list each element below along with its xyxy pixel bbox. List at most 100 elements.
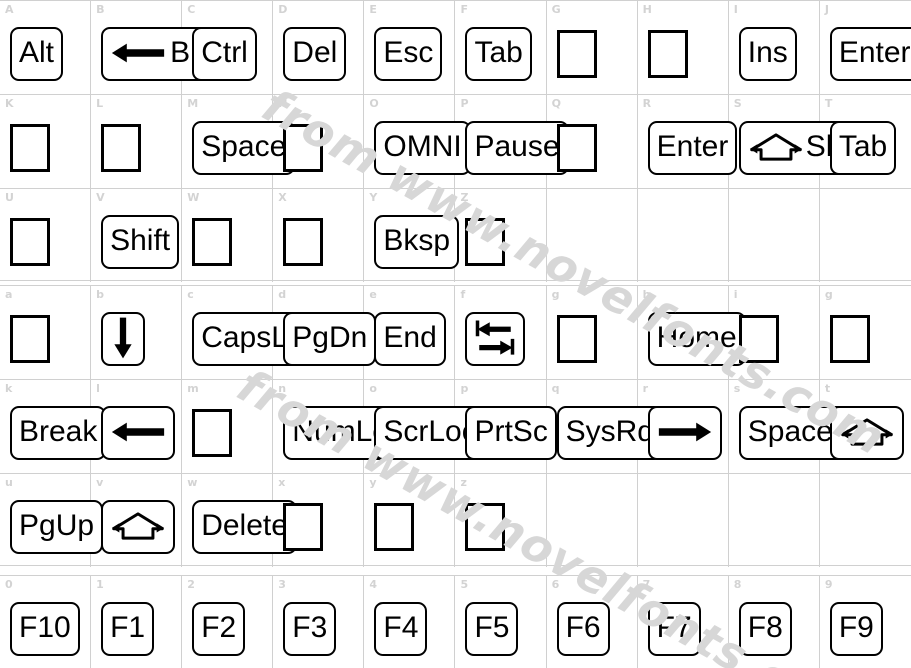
grid-row: AAltBBkspCCtrlDDelEEscFTabGHIInsJEnter: [0, 1, 911, 95]
cell-label: V: [96, 191, 105, 204]
grid-cell: y: [364, 474, 456, 567]
cell-glyph: [820, 398, 911, 468]
cell-glyph: Bksp: [91, 19, 246, 89]
cell-glyph: [364, 492, 455, 562]
grid-cell: x: [273, 474, 365, 567]
keycap-glyph: F3: [283, 602, 337, 656]
grid-cell: o ScrLock: [364, 380, 501, 473]
cell-glyph: Pause: [455, 113, 569, 183]
keycap-glyph: Tab: [829, 121, 897, 175]
cell-label: m: [187, 382, 199, 395]
cell-glyph: PrtSc: [455, 398, 557, 468]
cell-label: v: [96, 476, 104, 489]
shift-up-icon: [839, 416, 895, 448]
grid-cell: w Delete: [182, 474, 297, 567]
grid-cell: b: [91, 286, 183, 379]
grid-cell: H: [638, 1, 729, 94]
keycap-tab-icon: [465, 312, 526, 366]
grid-row: a b c CapsLock d PgDn e End f g h Home i g: [0, 286, 911, 380]
cell-glyph: F7: [638, 594, 729, 664]
cell-glyph: Spacebar: [729, 398, 886, 468]
grid-cell: M Space: [182, 95, 296, 188]
cell-glyph: Bksp: [364, 207, 460, 277]
cell-label: b: [96, 288, 104, 301]
cell-label: 1: [96, 578, 104, 591]
cell-glyph: [273, 492, 364, 562]
grid-cell: 1 F1: [91, 576, 183, 668]
digits-block: 0 F10 1 F1 2 F2 3 F3 4 F4 5 F5 6 F6 7 F7 8 F8 9 F9: [0, 575, 911, 668]
grid-cell: Y Bksp: [364, 189, 460, 282]
cell-label: W: [187, 191, 200, 204]
grid-cell: m: [182, 380, 274, 473]
cell-label: a: [5, 288, 13, 301]
cell-glyph: [729, 207, 820, 277]
keycap-glyph: Alt: [10, 27, 64, 81]
cell-glyph: [455, 492, 546, 562]
grid-row: 0 F10 1 F1 2 F2 3 F3 4 F4 5 F5 6 F6 7 F7 8 F8 9 F9: [0, 576, 911, 668]
notdef-box-icon: [192, 409, 233, 457]
cell-glyph: [638, 207, 729, 277]
cell-label: G: [551, 3, 561, 16]
cell-label: 9: [824, 578, 833, 591]
grid-cell: T Tab: [820, 95, 911, 188]
cell-glyph: [0, 113, 91, 183]
grid-cell: t: [820, 380, 911, 473]
grid-cell: 5 F5: [455, 576, 547, 668]
cell-label: r: [642, 382, 649, 395]
keycap-glyph: F1: [101, 602, 155, 656]
cell-glyph: [182, 207, 273, 277]
cell-label: 0: [5, 578, 13, 591]
cell-label: M: [187, 97, 199, 110]
cell-label: n: [278, 382, 287, 395]
grid-cell: l: [91, 380, 183, 473]
cell-glyph: F2: [182, 594, 273, 664]
grid-cell: s Spacebar: [729, 380, 886, 473]
cell-label: k: [5, 382, 13, 395]
cell-glyph: Delete: [182, 492, 297, 562]
cell-label: R: [642, 97, 652, 110]
cell-glyph: OMNI: [364, 113, 471, 183]
cell-label: N: [278, 97, 288, 110]
cell-glyph: [820, 492, 911, 562]
grid-cell: 8 F8: [729, 576, 820, 668]
cell-label: 2: [187, 578, 195, 591]
grid-cell: c CapsLock: [182, 286, 344, 379]
cell-glyph: [455, 304, 546, 374]
grid-cell: [729, 189, 820, 282]
cell-glyph: Esc: [364, 19, 455, 89]
notdef-box-icon: [283, 124, 324, 172]
cell-glyph: [638, 19, 729, 89]
notdef-box-icon: [10, 218, 50, 266]
cell-glyph: F8: [729, 594, 820, 664]
grid-cell: L: [91, 95, 183, 188]
grid-cell: k Break: [0, 380, 107, 473]
grid-cell: g: [820, 286, 911, 379]
keycap-glyph: PrtSc: [465, 406, 557, 460]
keycap-glyph: F5: [465, 602, 519, 656]
notdef-box-icon: [283, 503, 324, 551]
keycap-glyph: F9: [829, 602, 883, 656]
cell-glyph: Tab: [455, 19, 546, 89]
grid-cell: h Home: [638, 286, 746, 379]
grid-cell: [729, 474, 820, 567]
cell-label: J: [824, 3, 829, 16]
grid-cell: B Bksp: [91, 1, 246, 94]
shift-up-icon: [748, 131, 804, 163]
cell-label: d: [278, 288, 287, 301]
cell-glyph: Alt: [0, 19, 91, 89]
cell-label: p: [460, 382, 469, 395]
cell-label: A: [5, 3, 14, 16]
cell-glyph: [91, 492, 182, 562]
cell-label: 3: [278, 578, 286, 591]
cell-label: F: [460, 3, 468, 16]
cell-glyph: F5: [455, 594, 546, 664]
notdef-box-icon: [738, 315, 779, 363]
cell-glyph: Shift: [729, 113, 875, 183]
notdef-box-icon: [465, 218, 506, 266]
grid-cell: Q: [547, 95, 638, 188]
cell-glyph: [547, 113, 638, 183]
keycap-glyph: PgDn: [283, 312, 377, 366]
grid-cell: W: [182, 189, 274, 282]
keycap-glyph: F7: [647, 602, 701, 656]
cell-label: T: [824, 97, 833, 110]
